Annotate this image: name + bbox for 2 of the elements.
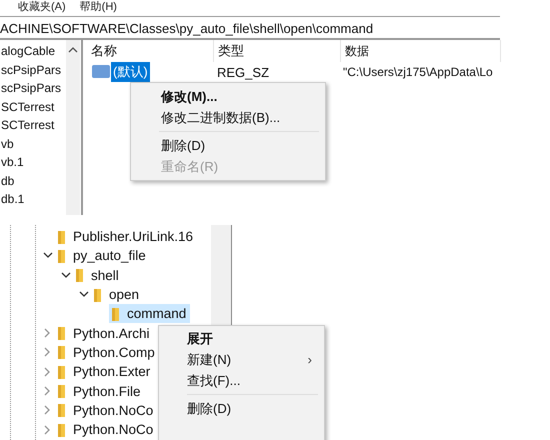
table-cell-text: "C:\Users\zj175\AppData\Lo — [342, 65, 494, 79]
table-cell-text: REG_SZ — [216, 64, 270, 80]
